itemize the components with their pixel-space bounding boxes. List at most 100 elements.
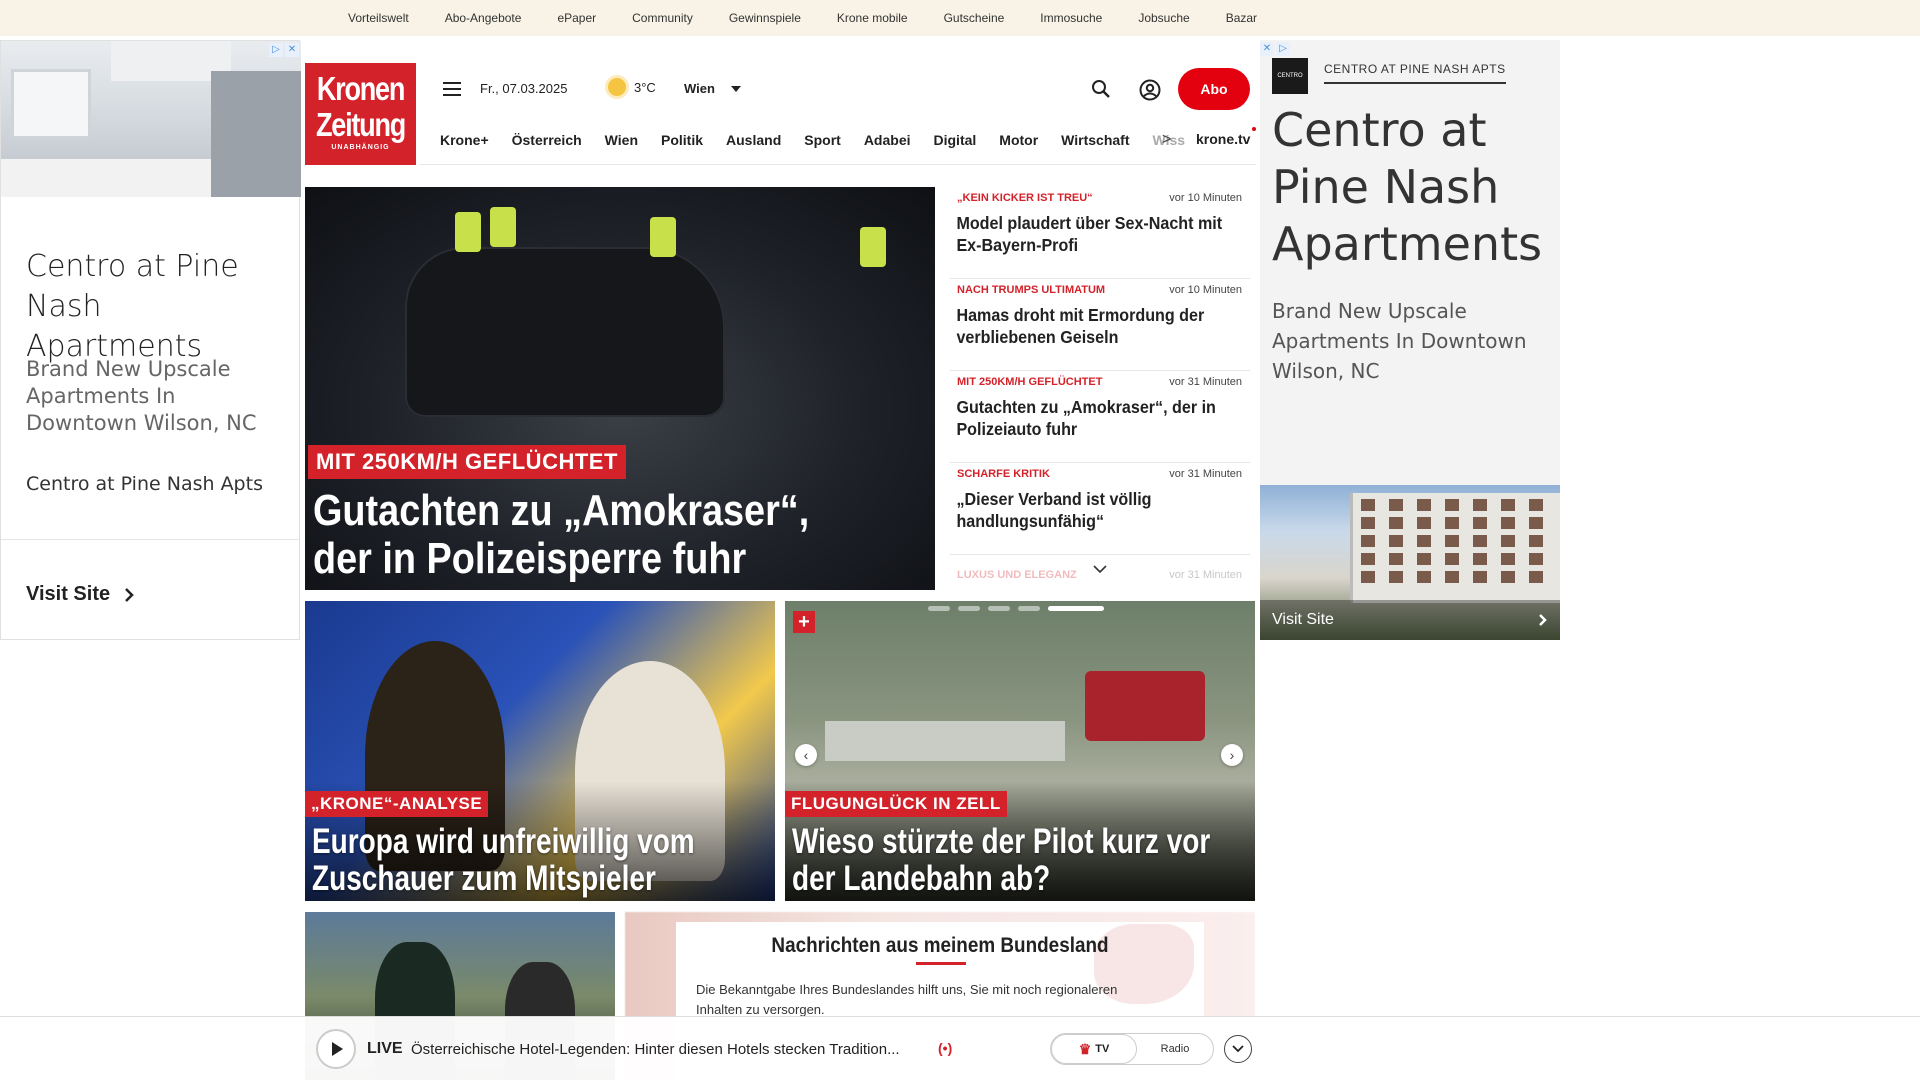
news-title[interactable]: Model plaudert über Sex-Nacht mit Ex-Bay… [950,212,1226,256]
crown-icon: ♛ [1078,1040,1092,1057]
section-adabei[interactable]: Adabei [864,132,911,148]
krone-tv-link[interactable]: krone.tv [1196,127,1257,147]
logo-line2: Zeitung [315,106,406,143]
ad-building-image[interactable]: Visit Site [1260,485,1560,640]
media-toggle: ♛ TV Radio [1050,1033,1214,1065]
tv-toggle-button[interactable]: ♛ TV [1051,1034,1137,1064]
ad-description: Brand New Upscale Apartments In Downtown… [1272,299,1527,383]
ad-title[interactable]: Centro at Pine Nash Apartments [26,247,286,367]
news-ticker-list: „KEIN KICKER IST TREU“ vor 10 Minuten Mo… [950,187,1250,591]
article-headline[interactable]: Europa wird unfreiwillig vom Zuschauer z… [312,823,744,897]
hero-image-car [405,247,725,417]
carousel-dot-active[interactable] [1048,606,1104,611]
news-item[interactable]: „KEIN KICKER IST TREU“ vor 10 Minuten Mo… [950,187,1250,279]
plus-icon: + [793,611,815,633]
ad-right[interactable]: ✕ ▷ CENTRO CENTRO AT PINE NASH APTS Centr… [1260,40,1560,640]
topnav-bazar[interactable]: Bazar [1208,11,1275,25]
topnav-abo-angebote[interactable]: Abo-Angebote [427,11,540,25]
carousel-indicator [928,606,1104,611]
chevron-right-icon[interactable]: > [1162,131,1171,149]
ad-title[interactable]: Centro at Pine Nash Apartments [1272,102,1552,273]
live-stream-title[interactable]: Österreichische Hotel-Legenden: Hinter d… [411,1041,900,1058]
carousel-dot[interactable] [1018,606,1040,611]
play-button[interactable] [316,1029,356,1069]
news-item[interactable]: MIT 250KM/H GEFLÜCHTET vor 31 Minuten Gu… [950,371,1250,463]
news-item[interactable]: NACH TRUMPS ULTIMATUM vor 10 Minuten Ham… [950,279,1250,371]
news-title[interactable]: „Dieser Verband ist völlig handlungsunfä… [950,488,1226,532]
section-wien[interactable]: Wien [605,132,638,148]
article-card[interactable]: „KRONE“-ANALYSE Europa wird unfreiwillig… [305,601,775,901]
topnav-immosuche[interactable]: Immosuche [1022,11,1120,25]
broadcast-icon: (•) [938,1040,953,1056]
section-politik[interactable]: Politik [661,132,703,148]
bundesland-title: Nachrichten aus meinem Bundesland [771,934,1109,957]
chevron-down-icon[interactable] [1093,564,1107,574]
logo-line1: Kronen [316,70,406,107]
title-underline [916,962,966,965]
section-krone-plus[interactable]: Krone+ [440,132,489,148]
ad-divider [1,539,299,540]
article-card[interactable]: + FLUGUNGLÜCK IN ZELL Wieso stürzte der … [785,601,1255,901]
section-digital[interactable]: Digital [934,132,977,148]
ad-brand: Centro at Pine Nash Apts [26,473,263,495]
carousel-prev-button[interactable]: ‹ [795,744,817,766]
news-time: vor 10 Minuten [1169,192,1242,204]
topnav-vorteilswelt[interactable]: Vorteilswelt [330,11,427,25]
abo-button[interactable]: Abo [1178,68,1250,110]
news-item[interactable]: SCHARFE KRITIK vor 31 Minuten „Dieser Ve… [950,463,1250,555]
city-select[interactable]: Wien [684,81,741,96]
live-label: LIVE [367,1040,403,1057]
ad-visit-site-button[interactable]: Visit Site [1260,600,1560,640]
ad-visit-site-button[interactable]: Visit Site [26,583,134,606]
news-time: vor 10 Minuten [1169,284,1242,296]
section-wirtschaft[interactable]: Wirtschaft [1061,132,1129,148]
section-sport[interactable]: Sport [804,132,841,148]
current-date: Fr., 07.03.2025 [480,81,568,96]
topnav-epaper[interactable]: ePaper [539,11,614,25]
adchoices-icon[interactable]: ▷ ✕ [269,43,299,57]
carousel-next-button[interactable]: › [1221,744,1243,766]
news-title[interactable]: Gutachten zu „Amokraser“, der in Polizei… [950,396,1226,440]
news-title[interactable]: Hamas droht mit Ermordung der verblieben… [950,304,1226,348]
krone-logo[interactable]: Kronen Zeitung UNABHÄNGIG [305,63,416,165]
top-navigation: Vorteilswelt Abo-Angebote ePaper Communi… [0,0,1920,36]
ad-left[interactable]: ▷ ✕ Centro at Pine Nash Apartments Brand … [0,40,301,640]
topnav-gewinnspiele[interactable]: Gewinnspiele [711,11,819,25]
nav-divider [420,164,1256,165]
carousel-dot[interactable] [988,606,1010,611]
carousel-dot[interactable] [958,606,980,611]
news-time: vor 31 Minuten [1169,468,1242,480]
hero-article[interactable]: MIT 250KM/H GEFLÜCHTET Gutachten zu „Amo… [305,187,935,590]
carousel-dot[interactable] [928,606,950,611]
logo-tagline: UNABHÄNGIG [331,144,390,151]
menu-icon[interactable] [443,82,461,96]
article-headline[interactable]: Wieso stürzte der Pilot kurz vor der Lan… [792,823,1224,897]
hero-tag: MIT 250KM/H GEFLÜCHTET [308,445,626,479]
topnav-jobsuche[interactable]: Jobsuche [1120,11,1207,25]
temperature: 3°C [634,79,656,95]
section-oesterreich[interactable]: Österreich [512,132,582,148]
section-navigation: Krone+ Österreich Wien Politik Ausland S… [440,122,1189,158]
ad-brand-name[interactable]: CENTRO AT PINE NASH APTS [1324,62,1506,84]
ad-visit-label: Visit Site [26,583,111,605]
live-player-bar: LIVE Österreichische Hotel-Legenden: Hin… [0,1016,1920,1080]
adchoices-icon[interactable]: ✕ ▷ [1260,42,1290,56]
topnav-gutscheine[interactable]: Gutscheine [926,11,1023,25]
bundesland-text: Die Bekanntgabe Ihres Bundeslandes hilft… [696,982,1118,1017]
weather-widget[interactable]: 3°C [608,78,656,96]
expand-button[interactable] [1224,1035,1252,1063]
section-motor[interactable]: Motor [999,132,1038,148]
ad-kitchen-image[interactable]: ▷ ✕ [1,41,301,197]
radio-toggle-button[interactable]: Radio [1137,1043,1213,1055]
city-label: Wien [684,81,715,96]
news-time: vor 31 Minuten [1169,569,1242,581]
section-ausland[interactable]: Ausland [726,132,781,148]
topnav-krone-mobile[interactable]: Krone mobile [819,11,926,25]
sun-icon [608,78,626,96]
topnav-community[interactable]: Community [614,11,711,25]
article-tag: FLUGUNGLÜCK IN ZELL [785,791,1007,817]
search-icon[interactable] [1091,79,1111,99]
user-account-icon[interactable] [1139,79,1161,101]
hero-headline[interactable]: Gutachten zu „Amokraser“, der in Polizei… [313,487,829,583]
chevron-right-icon [125,587,134,602]
